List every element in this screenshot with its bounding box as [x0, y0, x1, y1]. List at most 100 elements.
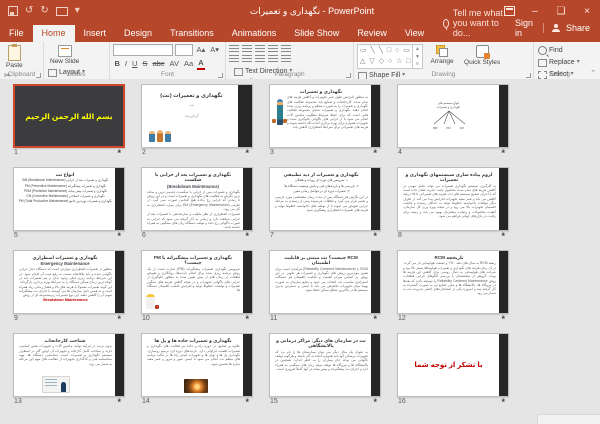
columns-icon[interactable] [281, 55, 291, 63]
tell-me-box[interactable]: Tell me what you want to do... [443, 8, 515, 42]
slide-thumbnail-10[interactable]: نگهداری و تعمیرات پیشگیرانه یا PM چیست؟ س… [141, 250, 253, 314]
bold-icon[interactable]: B [113, 59, 121, 69]
justify-icon[interactable] [268, 55, 278, 63]
transition-star-icon: * [501, 148, 505, 158]
tab-design[interactable]: Design [115, 25, 161, 42]
drawing-dialog-launcher-icon[interactable] [526, 73, 531, 78]
slide-thumbnail-12[interactable]: تاریخچه RCM ریشه RCM به سال های دهه ۱۹۶۰ … [397, 250, 509, 314]
font-dialog-launcher-icon[interactable] [218, 73, 223, 78]
quick-styles-button[interactable]: Quick Styles [461, 44, 503, 67]
slide-cell-14: نگهداری و تعمیرات جاده ها و پل ها علاوه ب… [141, 333, 253, 407]
slide-thumbnail-8[interactable]: لزوم پیاده سازی سیستمهای نگهداری و تعمیر… [397, 167, 509, 231]
start-slideshow-icon[interactable] [55, 6, 68, 16]
slide-sorter-view: بسم الله الرحمن الرحیم 1 * نگهداری و تعمیرا… [0, 79, 600, 424]
slide-cell-4: انواع سیستم های نگهداری و تعمیرات BM PM CM 4 * [397, 84, 509, 158]
transition-star-icon: * [501, 314, 505, 324]
italic-icon[interactable]: I [123, 59, 128, 69]
transition-star-icon: * [245, 231, 249, 241]
slide-title-text: لزوم پیاده سازی سیستمهای نگهداری و تعمیر… [405, 172, 493, 183]
slide-thumbnail-6[interactable]: نگهداری و تعمیرات بعد از خرابی یا شکست (B… [141, 167, 253, 231]
save-icon[interactable] [8, 6, 18, 16]
slide-thumbnail-2[interactable]: نگهداری و تعمیرات (نت) نت گردآورنده: [141, 84, 253, 148]
clipboard-dialog-launcher-icon[interactable] [36, 73, 41, 78]
bullets-icon[interactable] [229, 45, 239, 53]
font-color-icon[interactable]: A [196, 58, 206, 70]
align-left-icon[interactable] [229, 55, 239, 63]
slide-thumbnail-11[interactable]: RCM چیست؟ نت مبتنی بر قابلیت اطمینان RCM … [269, 250, 381, 314]
align-right-icon[interactable] [255, 55, 265, 63]
font-size-combobox[interactable] [175, 44, 193, 56]
slides-group-label: Slides [67, 71, 86, 78]
slide-meta: 6 * [141, 231, 253, 241]
tab-animations[interactable]: Animations [223, 25, 286, 42]
slide-subtitle-text: نت [189, 103, 194, 107]
slide-accent-bar [115, 168, 124, 230]
font-name-combobox[interactable] [113, 44, 173, 56]
shrink-font-icon[interactable]: A▾ [209, 45, 221, 55]
paste-button[interactable]: Paste [3, 44, 26, 70]
slide-title-text: بسم الله الرحمن الرحیم [25, 111, 113, 121]
slide-thumbnail-13[interactable]: شناخت کارخانجات بدون تردید در فرآیند تولی… [13, 333, 125, 397]
tab-insert[interactable]: Insert [75, 25, 116, 42]
tab-transitions[interactable]: Transitions [161, 25, 223, 42]
transition-star-icon: * [501, 231, 505, 241]
redo-icon[interactable]: ↻ [40, 6, 48, 16]
line-spacing-icon[interactable] [281, 45, 291, 53]
clear-strike-icon[interactable]: abc [151, 59, 166, 69]
character-spacing-icon[interactable]: AV [168, 59, 180, 69]
slide-thumbnail-16[interactable]: با تشکر از توجه شما [397, 333, 509, 397]
slide-thumbnail-1[interactable]: بسم الله الرحمن الرحیم [13, 84, 125, 148]
slide-thumbnail-5[interactable]: انواع نت نگهداری و تعمیرات بعد از خرابی (… [13, 167, 125, 231]
tab-view[interactable]: View [396, 25, 433, 42]
slide-body-text-2: تعمیرات اضطراری از نظر ماهیت و سازماندهی… [147, 212, 240, 230]
sign-in-link[interactable]: Sign in [515, 18, 535, 38]
slide-body-text: به منظور افزایش طول عمر تجهیزات و کاهش ه… [287, 95, 368, 130]
slide-diagram: انواع سیستم های نگهداری و تعمیرات BM PM CM [398, 85, 508, 147]
slide-number: 11 [270, 315, 278, 322]
grow-font-icon[interactable]: A▴ [195, 45, 207, 55]
increase-indent-icon[interactable] [268, 45, 278, 53]
slide-thumbnail-4[interactable]: انواع سیستم های نگهداری و تعمیرات BM PM CM [397, 84, 509, 148]
tab-home[interactable]: Home [32, 25, 75, 42]
slide-thumbnail-3[interactable]: نگهداری و تعمیرات به منظور افزایش طول عمر… [269, 84, 381, 148]
tab-file[interactable]: File [0, 25, 33, 42]
slide-thumbnail-7[interactable]: نگهداری و تعمیرات از دید تطبیقی ۱- سرویس … [269, 167, 381, 231]
find-icon [538, 46, 547, 55]
strikethrough-icon[interactable]: S [141, 59, 149, 69]
find-button[interactable]: Find [538, 46, 580, 55]
slide-meta: 14 * [141, 397, 253, 407]
transition-star-icon: * [373, 148, 377, 158]
slide-title-english: Emergency Maintenance [40, 261, 90, 267]
undo-icon[interactable]: ↺ [25, 6, 33, 16]
numbering-icon[interactable] [242, 45, 252, 53]
paragraph-dialog-launcher-icon[interactable] [346, 73, 351, 78]
slide-accent-bar [499, 334, 508, 396]
slide-accent-bar [499, 85, 508, 147]
transition-star-icon: * [373, 314, 377, 324]
slide-number: 2 [142, 149, 146, 156]
slide-cell-2: نگهداری و تعمیرات (نت) نت گردآورنده: 2 * [141, 84, 253, 158]
collapse-ribbon-icon[interactable]: ⌃ [590, 69, 596, 77]
align-center-icon[interactable] [242, 55, 252, 63]
arrange-button[interactable]: Arrange [427, 44, 456, 66]
tab-review[interactable]: Review [348, 25, 396, 42]
slide-thumbnail-14[interactable]: نگهداری و تعمیرات جاده ها و پل ها علاوه ب… [141, 333, 253, 397]
change-case-icon[interactable]: Aa [183, 59, 195, 69]
new-slide-button[interactable]: New Slide [47, 44, 82, 66]
slide-meta: 16 * [397, 397, 509, 407]
slide-thumbnail-15[interactable]: نت در سازمان های دیگر: مراکز درمانی و پا… [269, 333, 381, 397]
underline-icon[interactable]: U [131, 59, 139, 69]
bottom-right-panel [537, 414, 600, 424]
slide-thumbnail-9[interactable]: نگهداری و تعمیرات اضطراری Emergency Maint… [13, 250, 125, 314]
transition-star-icon: * [245, 314, 249, 324]
customize-quick-access-icon[interactable]: ▾ [75, 6, 80, 16]
decrease-indent-icon[interactable] [255, 45, 265, 53]
slide-cell-11: RCM چیست؟ نت مبتنی بر قابلیت اطمینان RCM … [269, 250, 381, 324]
tab-slide-show[interactable]: Slide Show [285, 25, 348, 42]
transition-star-icon: * [117, 231, 121, 241]
share-button[interactable]: Share [566, 23, 590, 33]
replace-button[interactable]: Replace ▾ [538, 58, 580, 67]
shapes-gallery[interactable]: ▭ ╲ ╲ □ ○ ▭ △ ▽ ◇ ○ ☆ □ ▲ ▼ ≡ [357, 44, 423, 69]
slide-cell-16: با تشکر از توجه شما 16 * [397, 333, 509, 407]
shapes-gallery-scrollbar[interactable]: ▲ ▼ ≡ [412, 45, 422, 68]
